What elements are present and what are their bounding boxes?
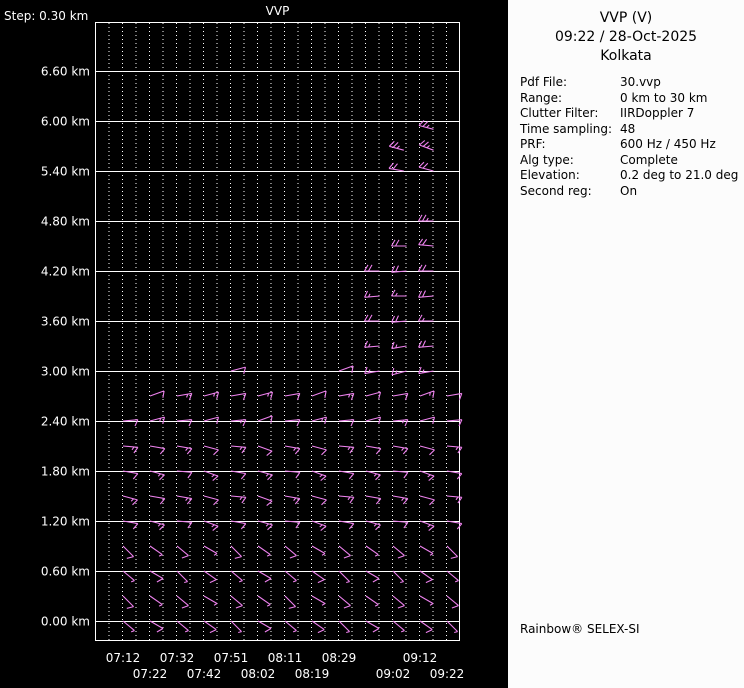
field-row: Second reg: On bbox=[520, 184, 744, 200]
x-axis-label: 08:11 bbox=[268, 651, 303, 665]
y-axis-label: 4.80 km bbox=[41, 215, 90, 229]
y-axis-label: 6.60 km bbox=[41, 65, 90, 79]
y-axis-label: 4.20 km bbox=[41, 265, 90, 279]
step-label: Step: 0.30 km bbox=[4, 9, 88, 23]
info-panel: VVP (V) 09:22 / 28-Oct-2025 Kolkata Pdf … bbox=[508, 0, 744, 688]
y-axis-label: 3.60 km bbox=[41, 315, 90, 329]
x-axis-label: 09:02 bbox=[376, 667, 411, 681]
y-axis-label: 6.00 km bbox=[41, 115, 90, 129]
panel-header: VVP (V) 09:22 / 28-Oct-2025 Kolkata bbox=[508, 0, 744, 66]
field-label: Second reg: bbox=[520, 183, 592, 198]
vvp-window: 6.60 km 6.00 km 5.40 km 4.80 km 4.20 km 3.60 … bbox=[0, 0, 744, 688]
y-axis-label: 0.60 km bbox=[41, 565, 90, 579]
field-value: 48 bbox=[620, 121, 636, 136]
site-name: Kolkata bbox=[600, 48, 652, 64]
x-axis-label: 09:12 bbox=[403, 651, 438, 665]
field-row: Elevation: 0.2 deg to 21.0 deg bbox=[520, 168, 744, 184]
x-axis-label: 09:22 bbox=[430, 667, 465, 681]
y-axis-label: 0.00 km bbox=[41, 615, 90, 629]
y-axis-label: 2.40 km bbox=[41, 415, 90, 429]
vvp-wind-profile-plot: 6.60 km 6.00 km 5.40 km 4.80 km 4.20 km 3.60 … bbox=[0, 0, 508, 688]
field-label: Alg type: bbox=[520, 152, 574, 167]
plot-background bbox=[0, 0, 508, 688]
field-row: Clutter Filter: IIRDoppler 7 bbox=[520, 106, 744, 122]
y-axis-label: 5.40 km bbox=[41, 165, 90, 179]
y-axis-label: 1.20 km bbox=[41, 515, 90, 529]
x-axis-label: 07:12 bbox=[106, 651, 141, 665]
field-value: 0.2 deg to 21.0 deg bbox=[620, 168, 739, 182]
field-label: Range: bbox=[520, 90, 563, 105]
x-axis-label: 08:02 bbox=[241, 667, 276, 681]
field-value: On bbox=[620, 183, 638, 198]
software-brand: Rainbow® SELEX-SI bbox=[520, 622, 640, 636]
field-row: Time sampling: 48 bbox=[520, 122, 744, 138]
x-axis-label: 07:42 bbox=[187, 667, 222, 681]
x-axis-label: 07:51 bbox=[214, 651, 249, 665]
field-value: 600 Hz / 450 Hz bbox=[620, 137, 716, 151]
product-datetime: 09:22 / 28-Oct-2025 bbox=[554, 29, 698, 45]
field-label: Time sampling: bbox=[520, 121, 613, 136]
product-parameters: Pdf File: 30.vvp Range: 0 km to 30 km Clutte… bbox=[520, 75, 744, 199]
product-title: VVP (V) bbox=[599, 10, 653, 26]
x-axis-label: 07:22 bbox=[133, 667, 168, 681]
y-axis-label: 3.00 km bbox=[41, 365, 90, 379]
field-row: Alg type: Complete bbox=[520, 153, 744, 169]
field-value: 0 km to 30 km bbox=[620, 90, 708, 105]
field-label: PRF: bbox=[520, 137, 546, 151]
x-axis-label: 07:32 bbox=[160, 651, 195, 665]
x-axis-label: 08:19 bbox=[295, 667, 330, 681]
field-row: PRF: 600 Hz / 450 Hz bbox=[520, 137, 744, 153]
field-value: IIRDoppler 7 bbox=[620, 106, 695, 120]
field-row: Pdf File: 30.vvp bbox=[520, 75, 744, 91]
field-value: 30.vvp bbox=[620, 75, 661, 89]
y-axis-label: 1.80 km bbox=[41, 465, 90, 479]
x-axis-label: 08:29 bbox=[322, 651, 357, 665]
plot-title: VVP bbox=[266, 4, 290, 18]
field-row: Range: 0 km to 30 km bbox=[520, 91, 744, 107]
field-label: Clutter Filter: bbox=[520, 106, 599, 120]
field-value: Complete bbox=[620, 152, 678, 167]
field-label: Elevation: bbox=[520, 168, 580, 182]
field-label: Pdf File: bbox=[520, 75, 568, 89]
